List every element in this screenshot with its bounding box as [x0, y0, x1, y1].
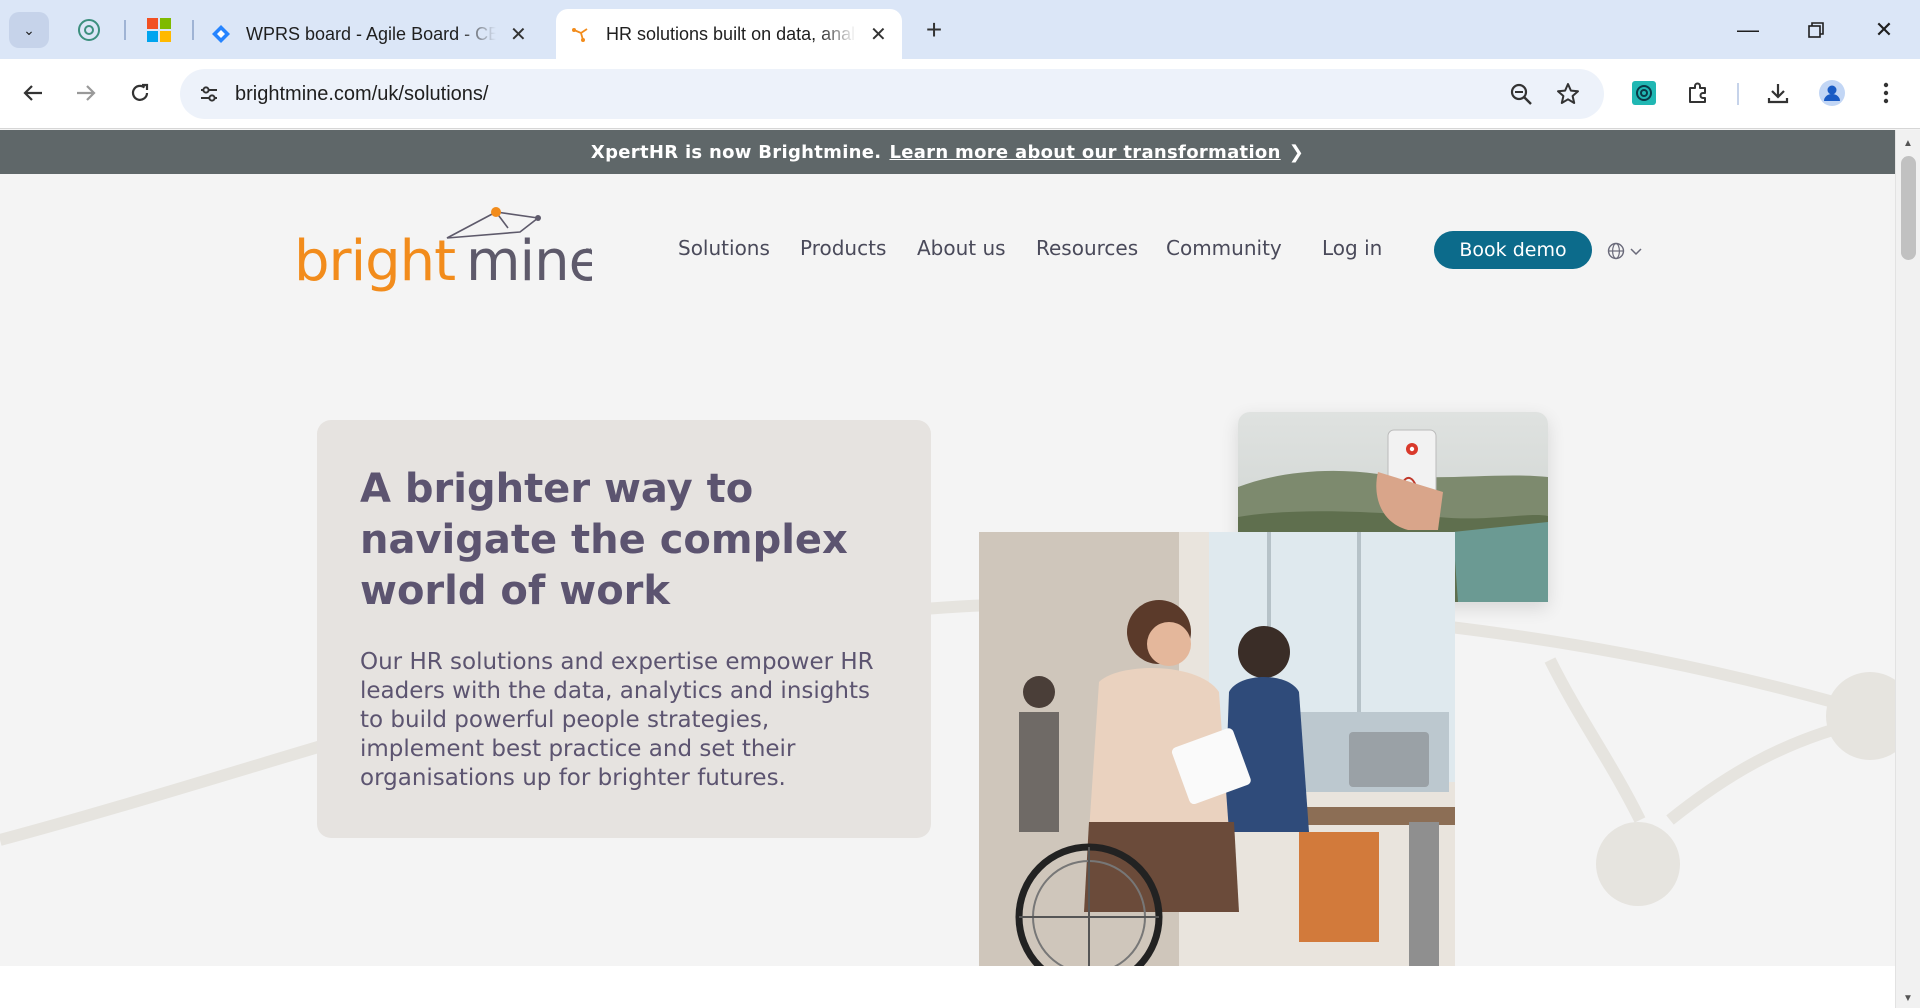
chevron-down-icon: ⌄ [23, 21, 35, 38]
nav-log-in[interactable]: Log in [1322, 236, 1382, 260]
address-bar[interactable]: brightmine.com/uk/solutions/ [180, 69, 1604, 119]
scroll-up-arrow-icon[interactable]: ▲ [1903, 138, 1913, 149]
pinned-tab-chatgpt[interactable] [73, 14, 105, 46]
logo-trademark: ™ [585, 247, 592, 256]
download-icon[interactable] [1761, 76, 1795, 110]
tab-separator [192, 20, 194, 40]
restore-button[interactable] [1796, 12, 1836, 48]
more-menu-icon[interactable] [1869, 76, 1903, 110]
close-icon[interactable]: ✕ [870, 22, 887, 47]
jira-icon [210, 23, 232, 45]
reload-icon [131, 83, 149, 101]
arrow-right-icon [77, 85, 96, 101]
extension-chatgpt-icon[interactable] [1627, 76, 1661, 110]
tab-search-button[interactable]: ⌄ [9, 12, 49, 48]
page-viewport: XpertHR is now Brightmine. Learn more ab… [0, 130, 1895, 1008]
browser-toolbar: brightmine.com/uk/solutions/ [0, 59, 1920, 129]
decorative-network-lines [0, 598, 1895, 906]
hero-photo-office-meeting [979, 532, 1455, 992]
hero-card: A brighter way to navigate the complex w… [317, 420, 931, 838]
chevron-right-icon: ❯ [1288, 141, 1305, 163]
nav-solutions[interactable]: Solutions [678, 236, 770, 260]
zoom-icon[interactable] [1506, 79, 1536, 109]
tab-title: WPRS board - Agile Board - CEL [246, 23, 496, 44]
bookmark-star-icon[interactable] [1553, 79, 1583, 109]
book-demo-button[interactable]: Book demo [1434, 231, 1592, 269]
nav-about-us[interactable]: About us [917, 236, 1006, 260]
announcement-banner: XpertHR is now Brightmine. Learn more ab… [0, 130, 1895, 174]
brightmine-favicon-icon [570, 23, 592, 45]
pinned-tab-microsoft[interactable] [143, 14, 175, 46]
tab-title: HR solutions built on data, analytics [606, 23, 856, 44]
scroll-down-arrow-icon[interactable]: ▼ [1903, 993, 1913, 1004]
restore-icon [1808, 22, 1824, 38]
globe-icon [1607, 242, 1625, 260]
reload-button[interactable] [122, 75, 158, 111]
minimize-button[interactable]: — [1728, 12, 1768, 48]
chatgpt-icon [78, 19, 100, 41]
microsoft-icon [147, 18, 171, 42]
chevron-down-icon [1630, 248, 1642, 256]
close-window-button[interactable]: ✕ [1864, 12, 1904, 48]
next-section-band [0, 966, 1895, 1008]
close-icon[interactable]: ✕ [510, 22, 527, 47]
extensions-puzzle-icon[interactable] [1681, 76, 1715, 110]
nav-resources[interactable]: Resources [1036, 236, 1138, 260]
new-tab-button[interactable]: + [918, 14, 950, 46]
forward-button[interactable] [68, 75, 104, 111]
site-info-icon[interactable] [194, 79, 224, 109]
brightmine-logo[interactable]: bright mine ™ [292, 202, 603, 294]
toolbar-divider [1737, 83, 1739, 105]
announcement-text: XpertHR is now Brightmine. [590, 141, 882, 163]
nav-community[interactable]: Community [1166, 236, 1282, 260]
profile-avatar-icon[interactable] [1815, 76, 1849, 110]
tab-wprs-board[interactable]: WPRS board - Agile Board - CEL ✕ [196, 9, 546, 59]
nav-products[interactable]: Products [800, 236, 886, 260]
scrollbar-thumb[interactable] [1901, 156, 1916, 260]
transformation-link[interactable]: Learn more about our transformation [889, 142, 1280, 163]
logo-text-bright: bright [294, 229, 455, 292]
tab-separator [124, 20, 126, 40]
tab-hr-solutions[interactable]: HR solutions built on data, analytics ✕ [556, 9, 902, 59]
url-text[interactable]: brightmine.com/uk/solutions/ [235, 83, 488, 106]
hero-title: A brighter way to navigate the complex w… [360, 466, 848, 614]
language-selector[interactable] [1607, 240, 1651, 262]
page-scrollbar[interactable]: ▲ ▼ [1895, 130, 1920, 1008]
hero-description: Our HR solutions and expertise empower H… [360, 649, 874, 791]
logo-text-mine: mine [466, 229, 592, 292]
tab-strip: ⌄ WPRS board - Agile Board - CEL ✕ HR so… [0, 0, 1920, 59]
arrow-left-icon [23, 85, 42, 101]
back-button[interactable] [15, 75, 51, 111]
